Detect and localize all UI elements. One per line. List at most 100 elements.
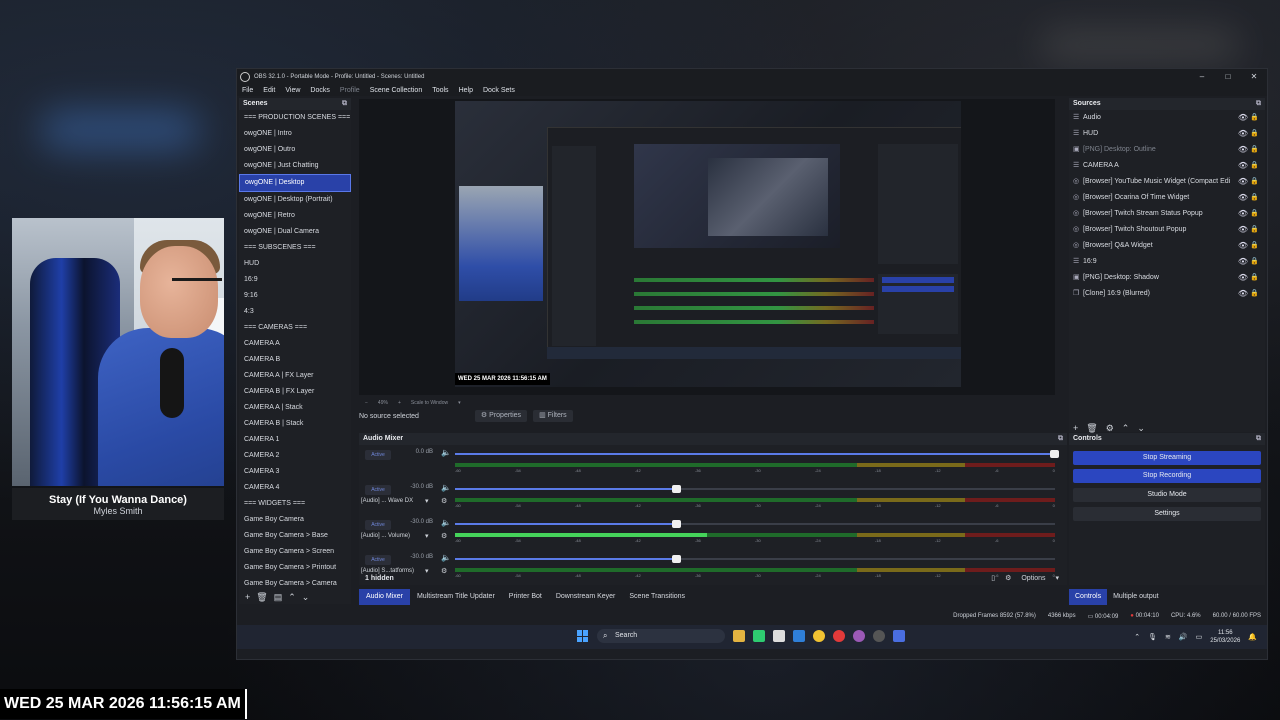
- lock-icon[interactable]: 🔒: [1250, 190, 1259, 206]
- lock-icon[interactable]: 🔒: [1250, 222, 1259, 238]
- app-icon[interactable]: [893, 630, 905, 642]
- menu-dock-sets[interactable]: Dock Sets: [478, 87, 520, 94]
- scene-item[interactable]: CAMERA B | FX Layer: [239, 384, 351, 400]
- scene-item[interactable]: Game Boy Camera > Printout: [239, 560, 351, 576]
- scene-item[interactable]: Game Boy Camera > Base: [239, 528, 351, 544]
- filters-button[interactable]: ▥ Filters: [533, 410, 573, 422]
- preview-area[interactable]: WED 25 MAR 2026 11:56:15 AM − 49% + Scal…: [359, 99, 1055, 406]
- source-item[interactable]: ◎ [Browser] Ocarina Of Time Widget 👁 🔒: [1069, 190, 1265, 206]
- close-button[interactable]: ✕: [1241, 72, 1267, 81]
- tab-scene-transitions[interactable]: Scene Transitions: [622, 589, 692, 605]
- scene-item[interactable]: CAMERA A | FX Layer: [239, 368, 351, 384]
- scene-item[interactable]: === WIDGETS ===: [239, 496, 351, 512]
- zoom-out-icon[interactable]: −: [365, 400, 368, 406]
- source-item[interactable]: ▣ [PNG] Desktop: Outline 👁 🔒: [1069, 142, 1265, 158]
- source-item[interactable]: ❐ [Clone] 16:9 (Blurred) 👁 🔒: [1069, 286, 1265, 302]
- undock-icon[interactable]: ⧉: [1058, 433, 1063, 445]
- properties-button[interactable]: ⚙ Properties: [474, 410, 528, 422]
- visibility-eye-icon[interactable]: 👁: [1238, 142, 1248, 158]
- notification-icon[interactable]: 🔔: [1248, 633, 1257, 641]
- tab-multistream-title-updater[interactable]: Multistream Title Updater: [410, 589, 502, 605]
- source-item[interactable]: ◎ [Browser] Twitch Stream Status Popup 👁 🔒: [1069, 206, 1265, 222]
- speaker-icon[interactable]: 🔈: [441, 483, 451, 492]
- scene-item[interactable]: === CAMERAS ===: [239, 320, 351, 336]
- source-item[interactable]: ☰ CAMERA A 👁 🔒: [1069, 158, 1265, 174]
- menu-tools[interactable]: Tools: [427, 87, 453, 94]
- mixer-settings-icon[interactable]: ⚙: [1005, 574, 1011, 582]
- visibility-eye-icon[interactable]: 👁: [1238, 286, 1248, 302]
- active-toggle[interactable]: Active: [365, 555, 391, 565]
- move-up-icon[interactable]: ⌃: [288, 592, 296, 603]
- scene-item[interactable]: CAMERA A | Stack: [239, 400, 351, 416]
- scene-item[interactable]: owgONE | Outro: [239, 142, 351, 158]
- scene-item[interactable]: CAMERA A: [239, 336, 351, 352]
- chevron-down-icon[interactable]: ▾: [425, 497, 429, 505]
- source-item[interactable]: ◎ [Browser] YouTube Music Widget (Compact…: [1069, 174, 1265, 190]
- visibility-eye-icon[interactable]: 👁: [1238, 174, 1248, 190]
- preview-canvas[interactable]: WED 25 MAR 2026 11:56:15 AM: [455, 101, 961, 387]
- taskbar-clock[interactable]: 11:56 25/03/2026: [1210, 629, 1240, 645]
- volume-slider[interactable]: [455, 450, 1059, 458]
- visibility-eye-icon[interactable]: 👁: [1238, 110, 1248, 126]
- visibility-eye-icon[interactable]: 👁: [1238, 190, 1248, 206]
- lock-icon[interactable]: 🔒: [1250, 270, 1259, 286]
- move-down-icon[interactable]: ⌄: [302, 592, 310, 603]
- speaker-icon[interactable]: 🔈: [441, 553, 451, 562]
- scene-item[interactable]: owgONE | Retro: [239, 208, 351, 224]
- source-item[interactable]: ☰ Audio 👁 🔒: [1069, 110, 1265, 126]
- scene-item[interactable]: HUD: [239, 256, 351, 272]
- notion-icon[interactable]: [773, 630, 785, 642]
- slider-handle[interactable]: [672, 555, 681, 563]
- tab-downstream-keyer[interactable]: Downstream Keyer: [549, 589, 623, 605]
- lock-icon[interactable]: 🔒: [1250, 286, 1259, 302]
- scene-item[interactable]: owgONE | Just Chatting: [239, 158, 351, 174]
- channel-settings-icon[interactable]: ⚙: [441, 532, 447, 540]
- studio-mode-button[interactable]: Studio Mode: [1073, 488, 1261, 502]
- scene-item[interactable]: Game Boy Camera: [239, 512, 351, 528]
- lock-icon[interactable]: 🔒: [1250, 126, 1259, 142]
- slider-handle[interactable]: [1050, 450, 1059, 458]
- scene-item[interactable]: owgONE | Dual Camera: [239, 224, 351, 240]
- browser-icon[interactable]: [853, 630, 865, 642]
- source-item[interactable]: ▣ [PNG] Desktop: Shadow 👁 🔒: [1069, 270, 1265, 286]
- volume-slider[interactable]: [455, 485, 1055, 493]
- active-toggle[interactable]: Active: [365, 450, 391, 460]
- visibility-eye-icon[interactable]: 👁: [1238, 158, 1248, 174]
- menu-view[interactable]: View: [280, 87, 305, 94]
- menu-help[interactable]: Help: [454, 87, 478, 94]
- menu-scene-collection[interactable]: Scene Collection: [365, 87, 428, 94]
- taskbar-search[interactable]: Search: [597, 629, 725, 643]
- scene-item[interactable]: CAMERA 2: [239, 448, 351, 464]
- menu-file[interactable]: File: [237, 87, 258, 94]
- lock-icon[interactable]: 🔒: [1250, 142, 1259, 158]
- file-explorer-icon[interactable]: [733, 630, 745, 642]
- windows-start-icon[interactable]: [577, 630, 589, 642]
- channel-settings-icon[interactable]: ⚙: [441, 497, 447, 505]
- chevron-down-icon[interactable]: ▾: [425, 532, 429, 540]
- volume-icon[interactable]: 🔊: [1179, 633, 1188, 641]
- volume-slider[interactable]: [455, 555, 1055, 563]
- lock-icon[interactable]: 🔒: [1250, 254, 1259, 270]
- tab-multiple-output[interactable]: Multiple output: [1107, 589, 1165, 605]
- lock-icon[interactable]: 🔒: [1250, 174, 1259, 190]
- scene-item[interactable]: === PRODUCTION SCENES ===: [239, 110, 351, 126]
- visibility-eye-icon[interactable]: 👁: [1238, 270, 1248, 286]
- visibility-eye-icon[interactable]: 👁: [1238, 126, 1248, 142]
- menu-edit[interactable]: Edit: [258, 87, 280, 94]
- media-player-icon[interactable]: [833, 630, 845, 642]
- scene-item[interactable]: owgONE | Intro: [239, 126, 351, 142]
- wifi-icon[interactable]: ≋: [1165, 633, 1171, 641]
- settings-button[interactable]: Settings: [1073, 507, 1261, 521]
- scene-item[interactable]: owgONE | Desktop: [239, 174, 351, 192]
- scene-item[interactable]: owgONE | Desktop (Portrait): [239, 192, 351, 208]
- chevron-down-icon[interactable]: ▾: [1055, 574, 1059, 582]
- scene-item[interactable]: 9:16: [239, 288, 351, 304]
- options-button[interactable]: Options: [1021, 575, 1045, 582]
- maximize-button[interactable]: □: [1215, 72, 1241, 81]
- scene-item[interactable]: === SUBSCENES ===: [239, 240, 351, 256]
- scene-item[interactable]: CAMERA 1: [239, 432, 351, 448]
- lock-icon[interactable]: 🔒: [1250, 206, 1259, 222]
- vscode-icon[interactable]: [793, 630, 805, 642]
- chrome-icon[interactable]: [813, 630, 825, 642]
- stop-streaming-button[interactable]: Stop Streaming: [1073, 451, 1261, 465]
